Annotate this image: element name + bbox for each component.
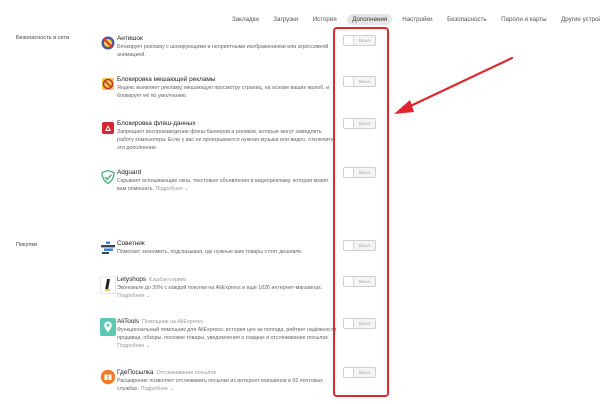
tab-passwords[interactable]: Пароли и карты: [501, 14, 546, 25]
extension-description: Запрещает воспроизведение флеш-баннеров …: [117, 129, 334, 151]
more-link[interactable]: Подробнее: [117, 343, 144, 349]
letyshops-icon: [100, 276, 116, 294]
extension-subtitle: Отслеживание посылок: [156, 370, 216, 376]
extension-description: Функциональный помощник для AliExpress: …: [117, 327, 337, 349]
extension-description: Блокирует рекламу с шокирующими и неприя…: [117, 44, 329, 58]
chevron-down-icon[interactable]: ⌄: [184, 186, 188, 192]
antishock-icon: [100, 35, 116, 51]
tab-bookmarks[interactable]: Закладки: [232, 14, 259, 25]
flash-block-icon: [100, 120, 116, 136]
top-navigation: Закладки Загрузки История Дополнения Нас…: [232, 12, 600, 26]
extension-description: Экономьте до 30% с каждой покупки на Ali…: [117, 285, 323, 299]
chevron-down-icon[interactable]: ⌄: [169, 386, 173, 392]
tab-settings[interactable]: Настройки: [402, 14, 432, 25]
extension-subtitle: Кэшбэк-сервис: [149, 277, 187, 283]
extension-description: Яндекс выявляет рекламу, мешающую просмо…: [117, 85, 330, 99]
extension-description: Расширение позволяет отслеживать посылки…: [117, 378, 323, 392]
extension-description: Помогает экономить, подсказывая, где нуж…: [117, 249, 303, 255]
tab-security[interactable]: Безопасность: [447, 14, 486, 25]
sovetnik-icon: [100, 240, 116, 256]
tab-history[interactable]: История: [313, 14, 337, 25]
extension-title: Adguard: [117, 169, 142, 176]
location-pin-icon: [100, 318, 116, 336]
red-arrow-annotation: [394, 56, 514, 114]
extension-title: Блокировка мешающей рекламы: [117, 76, 216, 83]
section-label-security: Безопасность в сети: [16, 35, 70, 41]
ad-block-icon: [100, 76, 116, 92]
extension-title: Блокировка флеш-данных: [117, 120, 196, 127]
extension-title: Советник: [117, 240, 145, 247]
chevron-down-icon[interactable]: ⌄: [146, 293, 150, 299]
extension-title: ГдеПосылка Отслеживание посылок: [117, 369, 216, 376]
more-link[interactable]: Подробнее: [141, 386, 168, 392]
more-link[interactable]: Подробнее: [155, 186, 182, 192]
extension-subtitle: Помощник на AliExpress: [142, 319, 203, 325]
shield-icon: [100, 169, 116, 185]
extension-title: Letyshops Кэшбэк-сервис: [117, 276, 187, 283]
parcel-icon: [100, 369, 116, 385]
extension-description: Скрывает всплывающие окна, текстовые объ…: [117, 178, 329, 192]
section-label-shopping: Покупки: [16, 242, 38, 248]
extension-title: AliTools Помощник на AliExpress: [117, 318, 203, 325]
chevron-down-icon[interactable]: ⌄: [146, 343, 150, 349]
tab-downloads[interactable]: Загрузки: [273, 14, 298, 25]
more-link[interactable]: Подробнее: [117, 293, 144, 299]
tab-extensions[interactable]: Дополнения: [347, 13, 393, 25]
extension-title: Антишок: [117, 35, 143, 42]
tab-other-devices[interactable]: Другие устройства: [561, 14, 600, 25]
